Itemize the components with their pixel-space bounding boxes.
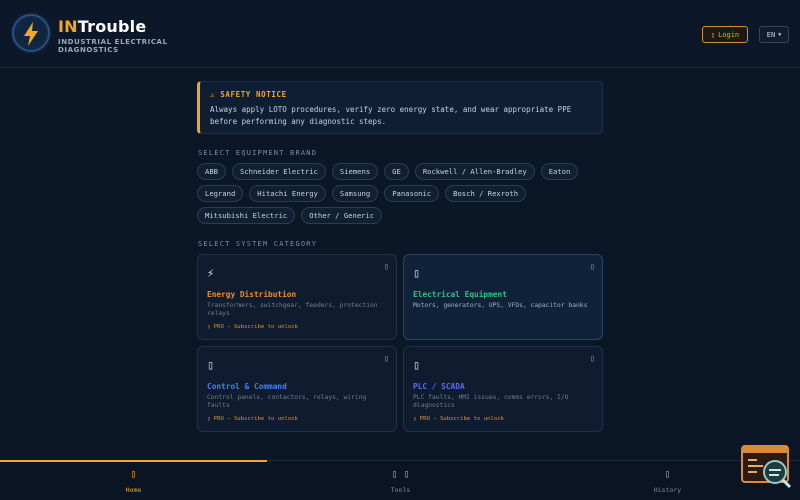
history-icon: ▯ [664,468,671,480]
category-card[interactable]: ▯ ▯ Electrical Equipment Motors, generators… [403,254,603,340]
brand-title-accent: IN [58,17,78,36]
brand-subtitle: INDUSTRIAL ELECTRICAL DIAGNOSTICS [58,38,168,54]
nav-label: Tools [390,485,411,494]
brand-chip[interactable]: Rockwell / Allen-Bradley [414,163,535,180]
category-description: PLC faults, HMI issues, comms errors, I/… [413,394,569,409]
brand-chip[interactable]: Bosch / Rexroth [445,185,527,202]
lightning-icon: ⚡ [207,266,215,280]
nav-label: Home [125,485,142,494]
category-title: Electrical Equipment [413,290,507,299]
home-icon: ▯ [130,468,137,480]
safety-notice: ⚠ SAFETY NOTICE Always apply LOTO proced… [197,81,603,134]
brand-chip[interactable]: Samsung [331,185,379,202]
brand-chip[interactable]: Legrand [197,185,244,202]
safety-notice-text: Always apply LOTO procedures, verify zer… [210,105,572,126]
bottom-nav: ▯ Home ▯ ▯ Tools ▯ History [0,460,800,500]
login-button[interactable]: ▯ Login [702,26,748,43]
app-header: INTrouble INDUSTRIAL ELECTRICAL DIAGNOST… [0,0,800,68]
brand-chip[interactable]: GE [384,163,409,180]
pro-lock-note: ▯ PRO — Subscribe to unlock [207,416,298,422]
chevron-down-icon: ▼ [778,31,782,38]
brand-list: ABB Schneider Electric Siemens GE Rockwell /… [197,163,607,224]
safety-notice-title: ⚠ SAFETY NOTICE [210,90,287,99]
pro-lock-note: ▯ PRO — Subscribe to unlock [207,324,298,330]
category-description: Motors, generators, UPS, VFDs, capacitor… [413,302,588,309]
category-description: Control panels, contactors, relays, wiri… [207,394,367,409]
language-select[interactable]: EN ▼ [759,26,789,43]
card-corner-icon: ▯ [384,354,389,363]
user-icon: ▯ [710,30,716,39]
card-corner-icon: ▯ [590,354,595,363]
brand-chip[interactable]: Other / Generic [301,207,383,224]
nav-item-home[interactable]: ▯ Home [0,461,267,500]
category-title: Energy Distribution [207,290,297,299]
category-title: Control & Command [207,382,287,391]
equipment-icon: ▯ [413,266,421,280]
plc-icon: ▯ [413,358,421,372]
category-title: PLC / SCADA [413,382,465,391]
brand-chip[interactable]: Eaton [540,163,579,180]
chat-search-icon [741,445,792,489]
brand-chip[interactable]: Panasonic [384,185,440,202]
lightning-icon [24,22,38,46]
brand-chip[interactable]: ABB [197,163,226,180]
login-label: Login [718,30,740,39]
category-description: Transformers, switchgear, feeders, prote… [207,302,378,317]
category-card[interactable]: ▯ ▯ Control & Command Control panels, conta… [197,346,397,432]
language-label: EN [766,30,776,39]
brand-title-rest: Trouble [77,17,147,36]
category-card[interactable]: ⚡ ▯ Energy Distribution Transformers, switc… [197,254,397,340]
pro-lock-note: ▯ PRO — Subscribe to unlock [413,416,504,422]
tools-icon: ▯ ▯ [391,468,410,480]
brand-chip[interactable]: Siemens [331,163,379,180]
brand-title: INTrouble [58,17,146,36]
category-card[interactable]: ▯ ▯ PLC / SCADA PLC faults, HMI issues, com… [403,346,603,432]
nav-label: History [653,485,682,494]
nav-item-tools[interactable]: ▯ ▯ Tools [267,461,534,500]
assistant-widget[interactable] [741,445,793,489]
logo [12,14,50,52]
card-corner-icon: ▯ [590,262,595,271]
control-icon: ▯ [207,358,215,372]
brand-section-label: SELECT EQUIPMENT BRAND [198,149,318,157]
brand-chip[interactable]: Hitachi Energy [249,185,326,202]
category-section-label: SELECT SYSTEM CATEGORY [198,240,318,248]
brand-chip[interactable]: Mitsubishi Electric [197,207,296,224]
brand-chip[interactable]: Schneider Electric [231,163,326,180]
card-corner-icon: ▯ [384,262,389,271]
